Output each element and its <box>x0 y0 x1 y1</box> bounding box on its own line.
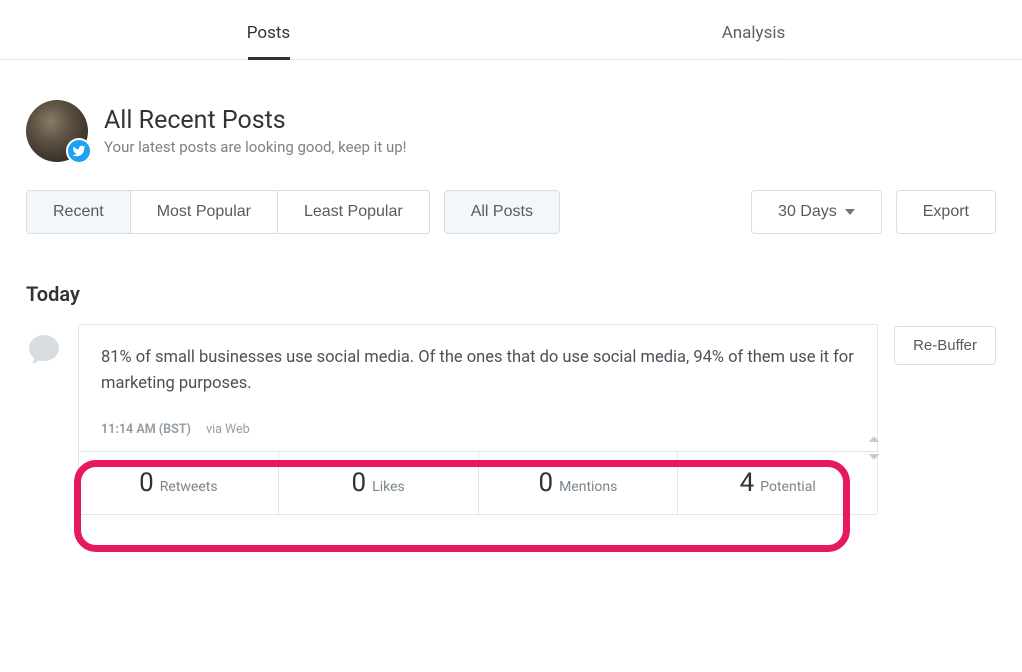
stat-potential: 4 Potential <box>678 452 877 514</box>
scroll-up-icon <box>869 436 879 442</box>
sort-segment: Recent Most Popular Least Popular <box>26 190 430 234</box>
stat-likes: 0 Likes <box>279 452 479 514</box>
date-range-label: 30 Days <box>778 203 837 221</box>
twitter-icon <box>72 144 86 158</box>
stat-retweets-value: 0 <box>139 468 154 498</box>
rebuffer-button[interactable]: Re-Buffer <box>894 326 996 365</box>
filter-recent[interactable]: Recent <box>27 191 131 233</box>
filter-all-posts[interactable]: All Posts <box>444 190 560 234</box>
profile-avatar <box>26 100 88 162</box>
twitter-badge <box>66 138 92 164</box>
stat-likes-label: Likes <box>372 479 405 495</box>
post-stats: 0 Retweets 0 Likes 0 Mentions 4 Potentia… <box>79 451 877 514</box>
page-header: All Recent Posts Your latest posts are l… <box>26 100 996 162</box>
section-heading-today: Today <box>26 282 996 306</box>
filter-most-popular[interactable]: Most Popular <box>131 191 278 233</box>
stat-mentions: 0 Mentions <box>479 452 679 514</box>
tab-posts[interactable]: Posts <box>26 5 511 59</box>
stat-mentions-value: 0 <box>538 468 553 498</box>
tab-bar: Posts Analysis <box>0 0 1022 60</box>
comment-icon <box>26 332 62 368</box>
date-range-dropdown[interactable]: 30 Days <box>751 190 882 234</box>
stat-retweets: 0 Retweets <box>79 452 279 514</box>
filter-least-popular[interactable]: Least Popular <box>278 191 429 233</box>
export-button[interactable]: Export <box>896 190 996 234</box>
scroll-down-icon <box>869 454 879 460</box>
post-meta: 11:14 AM (BST) via Web <box>101 422 855 437</box>
stat-likes-value: 0 <box>352 468 367 498</box>
post-card: 81% of small businesses use social media… <box>78 324 878 515</box>
post-row: 81% of small businesses use social media… <box>26 324 996 515</box>
page-title: All Recent Posts <box>104 106 407 135</box>
post-text: 81% of small businesses use social media… <box>101 345 855 396</box>
page-subtitle: Your latest posts are looking good, keep… <box>104 138 407 156</box>
scroll-handle[interactable] <box>869 436 879 460</box>
chevron-down-icon <box>845 209 855 215</box>
post-source: via Web <box>206 422 250 437</box>
filter-bar: Recent Most Popular Least Popular All Po… <box>26 190 996 234</box>
stat-potential-value: 4 <box>740 468 755 498</box>
tab-analysis[interactable]: Analysis <box>511 5 996 59</box>
stat-mentions-label: Mentions <box>559 479 617 495</box>
post-time: 11:14 AM (BST) <box>101 422 191 437</box>
stat-retweets-label: Retweets <box>160 479 218 495</box>
stat-potential-label: Potential <box>760 479 815 495</box>
